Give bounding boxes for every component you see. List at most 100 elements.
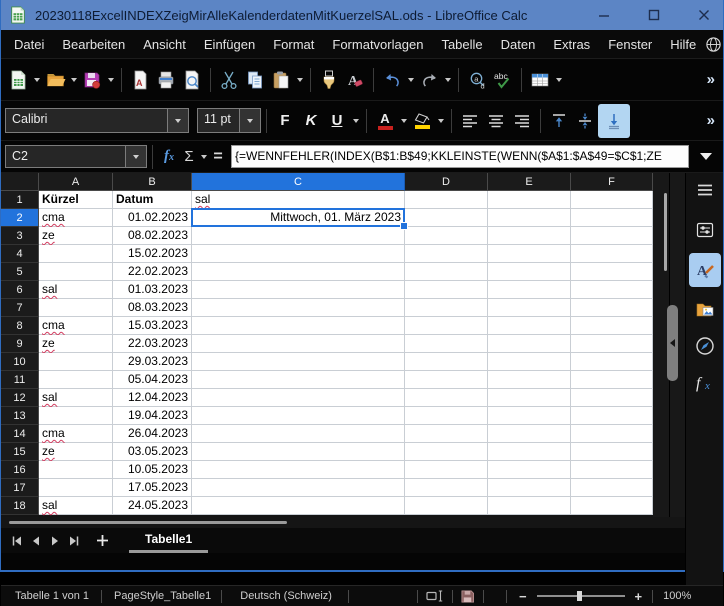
- formula-input[interactable]: {=WENNFEHLER(INDEX(B$1:B$49;KKLEINSTE(WE…: [231, 145, 689, 168]
- cell-D10[interactable]: [405, 353, 488, 371]
- menu-format[interactable]: Format: [264, 33, 323, 56]
- font-name-dropdown[interactable]: [167, 109, 188, 132]
- document-modified-icon[interactable]: [460, 589, 475, 604]
- cell-C6[interactable]: [192, 281, 405, 299]
- cell-A13[interactable]: [39, 407, 113, 425]
- zoom-level[interactable]: 100%: [663, 590, 691, 602]
- cell-E9[interactable]: [488, 335, 571, 353]
- cell-D5[interactable]: [405, 263, 488, 281]
- vertical-scrollbar-thumb[interactable]: [664, 193, 667, 271]
- select-all-corner[interactable]: [1, 173, 39, 191]
- sidebar-functions-button[interactable]: fx: [690, 369, 720, 395]
- row-header-16[interactable]: 16: [1, 461, 39, 479]
- cell-D4[interactable]: [405, 245, 488, 263]
- add-sheet-button[interactable]: [89, 528, 115, 553]
- save-button[interactable]: [79, 65, 105, 95]
- sidebar-gallery-button[interactable]: [690, 297, 720, 323]
- cell-A7[interactable]: [39, 299, 113, 317]
- cell-F2[interactable]: [571, 209, 653, 227]
- cell-A12[interactable]: sal: [39, 389, 113, 407]
- cell-D15[interactable]: [405, 443, 488, 461]
- cell-A6[interactable]: sal: [39, 281, 113, 299]
- toolbar-overflow-button[interactable]: »: [701, 112, 719, 129]
- find-replace-button[interactable]: ad: [464, 65, 490, 95]
- font-color-dropdown[interactable]: [398, 106, 409, 136]
- row-header-18[interactable]: 18: [1, 497, 39, 515]
- cut-button[interactable]: [216, 65, 242, 95]
- cell-A18[interactable]: sal: [39, 497, 113, 515]
- cell-F3[interactable]: [571, 227, 653, 245]
- cell-C1[interactable]: sal: [192, 191, 405, 209]
- cell-E4[interactable]: [488, 245, 571, 263]
- open-button[interactable]: [42, 65, 68, 95]
- cell-F5[interactable]: [571, 263, 653, 281]
- first-sheet-button[interactable]: [7, 528, 26, 553]
- open-dropdown[interactable]: [68, 65, 79, 95]
- zoom-slider[interactable]: [537, 595, 625, 597]
- cell-C12[interactable]: [192, 389, 405, 407]
- menu-hilfe[interactable]: Hilfe: [661, 33, 705, 56]
- print-preview-button[interactable]: [179, 65, 205, 95]
- cell-B6[interactable]: 01.03.2023: [113, 281, 192, 299]
- clear-formatting-button[interactable]: A: [342, 65, 368, 95]
- cell-F18[interactable]: [571, 497, 653, 515]
- cell-F1[interactable]: [571, 191, 653, 209]
- cell-F15[interactable]: [571, 443, 653, 461]
- cell-B10[interactable]: 29.03.2023: [113, 353, 192, 371]
- toolbar-overflow-button[interactable]: »: [701, 71, 719, 88]
- row-header-1[interactable]: 1: [1, 191, 39, 209]
- row-header-17[interactable]: 17: [1, 479, 39, 497]
- menu-tabelle[interactable]: Tabelle: [432, 33, 491, 56]
- paste-dropdown[interactable]: [294, 65, 305, 95]
- redo-button[interactable]: [416, 65, 442, 95]
- cell-A14[interactable]: cma: [39, 425, 113, 443]
- sidebar-styles-button[interactable]: A: [689, 253, 721, 287]
- sidebar-hide-handle[interactable]: [667, 305, 678, 381]
- cell-F8[interactable]: [571, 317, 653, 335]
- underline-dropdown[interactable]: [350, 106, 361, 136]
- insert-rows-columns-dropdown[interactable]: [553, 65, 564, 95]
- menu-einfügen[interactable]: Einfügen: [195, 33, 264, 56]
- name-box-dropdown[interactable]: [125, 146, 146, 167]
- new-document-dropdown[interactable]: [31, 65, 42, 95]
- spelling-button[interactable]: abc: [490, 65, 516, 95]
- cell-B12[interactable]: 12.04.2023: [113, 389, 192, 407]
- bold-button[interactable]: F: [272, 106, 298, 136]
- page-style[interactable]: PageStyle_Tabelle1: [114, 590, 211, 602]
- menu-bearbeiten[interactable]: Bearbeiten: [53, 33, 134, 56]
- column-header-E[interactable]: E: [488, 173, 571, 191]
- align-top-button[interactable]: [546, 106, 572, 136]
- previous-sheet-button[interactable]: [26, 528, 45, 553]
- cell-F14[interactable]: [571, 425, 653, 443]
- sum-button[interactable]: Σ: [180, 142, 198, 172]
- cell-F4[interactable]: [571, 245, 653, 263]
- print-button[interactable]: [153, 65, 179, 95]
- insert-rows-columns-button[interactable]: [527, 65, 553, 95]
- cell-B13[interactable]: 19.04.2023: [113, 407, 192, 425]
- cell-B11[interactable]: 05.04.2023: [113, 371, 192, 389]
- cell-F7[interactable]: [571, 299, 653, 317]
- cell-E13[interactable]: [488, 407, 571, 425]
- font-size-dropdown[interactable]: [239, 109, 260, 132]
- cell-E16[interactable]: [488, 461, 571, 479]
- sidebar-navigator-button[interactable]: [690, 333, 720, 359]
- cell-A15[interactable]: ze: [39, 443, 113, 461]
- close-button[interactable]: [689, 0, 719, 30]
- cell-B8[interactable]: 15.03.2023: [113, 317, 192, 335]
- row-header-5[interactable]: 5: [1, 263, 39, 281]
- cell-E18[interactable]: [488, 497, 571, 515]
- cell-A4[interactable]: [39, 245, 113, 263]
- row-header-13[interactable]: 13: [1, 407, 39, 425]
- column-header-F[interactable]: F: [571, 173, 653, 191]
- menu-ansicht[interactable]: Ansicht: [134, 33, 195, 56]
- name-box[interactable]: C2: [5, 145, 147, 168]
- sum-dropdown[interactable]: [198, 142, 209, 172]
- cell-C4[interactable]: [192, 245, 405, 263]
- cell-B2[interactable]: 01.02.2023: [113, 209, 192, 227]
- column-header-D[interactable]: D: [405, 173, 488, 191]
- cell-B7[interactable]: 08.03.2023: [113, 299, 192, 317]
- horizontal-scrollbar-thumb[interactable]: [9, 521, 287, 524]
- cell-E10[interactable]: [488, 353, 571, 371]
- cell-B15[interactable]: 03.05.2023: [113, 443, 192, 461]
- clone-formatting-button[interactable]: [316, 65, 342, 95]
